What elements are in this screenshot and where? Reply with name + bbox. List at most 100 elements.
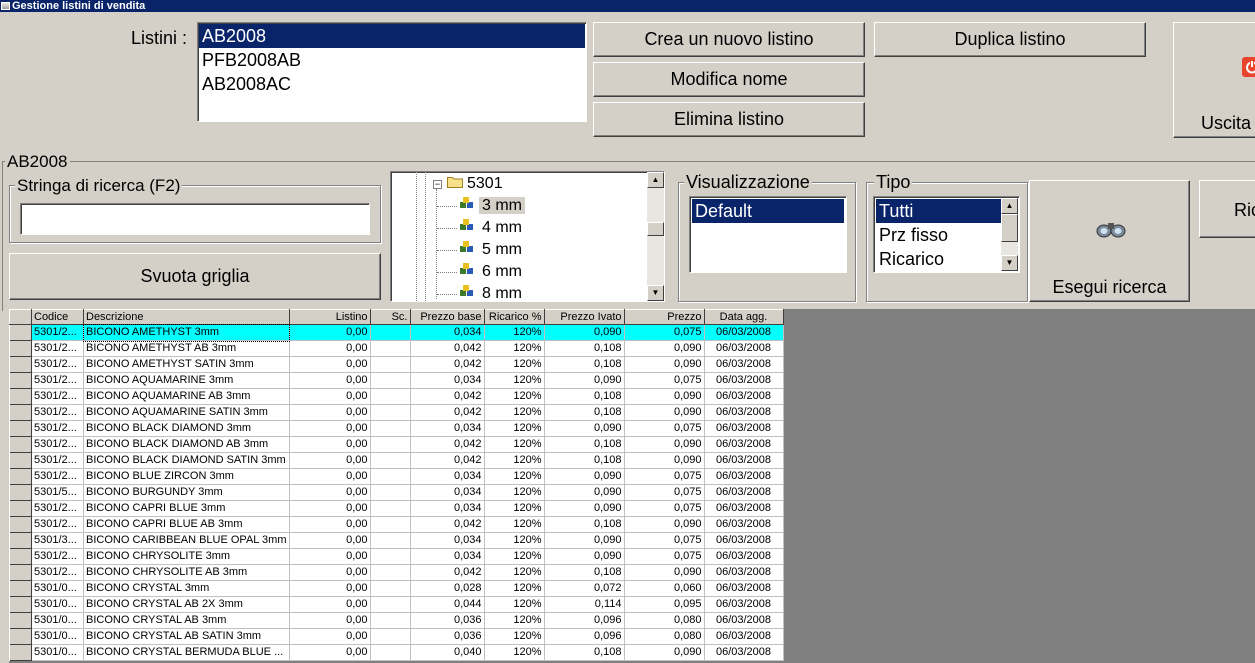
column-header[interactable]: Listino [288, 309, 371, 325]
row-selector[interactable] [9, 452, 32, 469]
column-header[interactable]: Sc. [369, 309, 411, 325]
folder-icon [447, 173, 463, 195]
table-row[interactable]: 5301/3... BICONO CARIBBEAN BLUE OPAL 3mm 0… [9, 532, 784, 549]
table-cell: 06/03/2008 [704, 532, 784, 549]
row-selector[interactable] [9, 356, 32, 373]
row-selector[interactable] [9, 324, 32, 341]
listini-listbox[interactable]: AB2008 PFB2008AB AB2008AC [197, 22, 587, 122]
table-cell: BICONO AMETHYST SATIN 3mm [83, 356, 290, 373]
duplicate-list-button[interactable]: Duplica listino [874, 22, 1146, 57]
table-row[interactable]: 5301/0... BICONO CRYSTAL AB 2X 3mm 0,00 0,0… [9, 596, 784, 613]
type-listbox[interactable]: Tutti Prz fisso Ricarico ▲ ▼ [873, 196, 1020, 273]
table-cell [370, 532, 411, 549]
table-cell: BICONO CRYSTAL AB 2X 3mm [83, 596, 290, 613]
table-row[interactable]: 5301/2... BICONO AQUAMARINE 3mm 0,00 0,034 1… [9, 372, 784, 389]
table-row[interactable]: 5301/0... BICONO CRYSTAL AB SATIN 3mm 0,00… [9, 628, 784, 645]
delete-list-button[interactable]: Elimina listino [593, 102, 865, 137]
view-listbox[interactable]: Default [689, 196, 847, 273]
row-selector[interactable] [9, 500, 32, 517]
table-row[interactable]: 5301/2... BICONO AQUAMARINE AB 3mm 0,00 0,0… [9, 388, 784, 405]
rename-list-button[interactable]: Modifica nome [593, 62, 865, 97]
listini-item[interactable]: PFB2008AB [199, 48, 585, 72]
table-row[interactable]: 5301/2... BICONO AQUAMARINE SATIN 3mm 0,00… [9, 404, 784, 421]
row-selector[interactable] [9, 532, 32, 549]
type-scroll-thumb[interactable] [1001, 214, 1018, 242]
tree-node-child[interactable]: 5 mm [459, 239, 525, 261]
search-button[interactable]: Esegui ricerca [1029, 180, 1190, 302]
column-header[interactable]: Ricarico % [483, 309, 545, 325]
table-row[interactable]: 5301/2... BICONO BLUE ZIRCON 3mm 0,00 0,034… [9, 468, 784, 485]
row-selector[interactable] [9, 628, 32, 645]
row-selector[interactable] [9, 564, 32, 581]
row-selector[interactable] [9, 644, 32, 661]
table-row[interactable]: 5301/2... BICONO BLACK DIAMOND 3mm 0,00 0,0… [9, 420, 784, 437]
exit-button[interactable]: Uscita [1173, 22, 1255, 138]
row-selector[interactable] [9, 420, 32, 437]
type-scrollbar[interactable]: ▲ ▼ [1001, 198, 1018, 271]
row-selector[interactable] [9, 484, 32, 501]
table-row[interactable]: 5301/0... BICONO CRYSTAL BERMUDA BLUE ...… [9, 644, 784, 661]
scroll-down-icon[interactable]: ▼ [647, 285, 664, 301]
table-row[interactable]: 5301/0... BICONO CRYSTAL AB 3mm 0,00 0,036 1… [9, 612, 784, 629]
table-cell: 06/03/2008 [704, 404, 784, 421]
type-item[interactable]: Ricarico [876, 247, 1002, 271]
tree-node-label: 8 mm [482, 285, 522, 302]
view-item[interactable]: Default [692, 199, 844, 223]
table-row[interactable]: 5301/2... BICONO AMETHYST AB 3mm 0,00 0,042… [9, 340, 784, 357]
table-row[interactable]: 5301/2... BICONO AMETHYST 3mm 0,00 0,034 120… [9, 323, 784, 342]
table-cell: 0,080 [624, 612, 705, 629]
row-selector[interactable] [9, 612, 32, 629]
scroll-up-icon[interactable]: ▲ [647, 172, 664, 188]
row-selector[interactable] [9, 372, 32, 389]
type-item[interactable]: Prz fisso [876, 223, 1002, 247]
tree-scroll-thumb[interactable] [647, 222, 664, 236]
table-cell: BICONO AMETHYST 3mm [82, 323, 290, 342]
row-selector[interactable] [9, 516, 32, 533]
table-row[interactable]: 5301/2... BICONO CAPRI BLUE 3mm 0,00 0,034 1… [9, 500, 784, 517]
category-tree[interactable]: − 5301 3 mm 4 mm 5 mm 6 mm 8 mm ▲ ▼ [390, 171, 665, 302]
tree-node-child[interactable]: 4 mm [459, 217, 525, 239]
row-selector[interactable] [9, 388, 32, 405]
listini-item[interactable]: AB2008AC [199, 72, 585, 96]
table-row[interactable]: 5301/2... BICONO CHRYSOLITE 3mm 0,00 0,034 1… [9, 548, 784, 565]
tree-scrollbar[interactable]: ▲ ▼ [647, 172, 664, 301]
table-row[interactable]: 5301/5... BICONO BURGUNDY 3mm 0,00 0,034 120… [9, 484, 784, 501]
column-header[interactable]: Prezzo Ivato [543, 309, 625, 325]
type-item[interactable]: Tutti [876, 199, 1002, 223]
table-row[interactable]: 5301/2... BICONO CHRYSOLITE AB 3mm 0,00 0,0… [9, 564, 784, 581]
table-cell: 06/03/2008 [704, 388, 784, 405]
table-row[interactable]: 5301/2... BICONO AMETHYST SATIN 3mm 0,00 0,… [9, 356, 784, 373]
row-selector[interactable] [9, 468, 32, 485]
tree-node-child[interactable]: 8 mm [459, 283, 525, 302]
column-header[interactable]: Prezzo [623, 309, 705, 325]
expand-toggle-icon[interactable]: − [433, 179, 442, 189]
row-selector[interactable] [9, 340, 32, 357]
row-selector[interactable] [9, 404, 32, 421]
scroll-down-icon[interactable]: ▼ [1001, 255, 1018, 271]
clear-grid-button[interactable]: Svuota griglia [9, 253, 381, 300]
table-row[interactable]: 5301/2... BICONO BLACK DIAMOND SATIN 3mm 0… [9, 452, 784, 469]
tree-node-child[interactable]: 3 mm [459, 195, 525, 217]
column-header[interactable]: Descrizione [83, 309, 290, 325]
row-selector[interactable] [9, 548, 32, 565]
table-row[interactable]: 5301/2... BICONO CAPRI BLUE AB 3mm 0,00 0,0… [9, 516, 784, 533]
table-row[interactable]: 5301/2... BICONO BLACK DIAMOND AB 3mm 0,00… [9, 436, 784, 453]
column-header[interactable]: Codice [31, 309, 84, 325]
listini-item[interactable]: AB2008 [199, 24, 585, 48]
row-selector[interactable] [9, 580, 32, 597]
table-row[interactable]: 5301/0... BICONO CRYSTAL 3mm 0,00 0,028 120%… [9, 580, 784, 597]
tree-node-child[interactable]: 6 mm [459, 261, 525, 283]
tree-node-5301[interactable]: − 5301 [433, 173, 503, 195]
right-partial-button[interactable]: Ric [1199, 180, 1255, 238]
create-list-button[interactable]: Crea un nuovo listino [593, 22, 865, 57]
table-cell: 120% [484, 644, 545, 661]
table-cell [370, 372, 411, 389]
scroll-up-icon[interactable]: ▲ [1001, 198, 1018, 214]
row-selector[interactable] [9, 436, 32, 453]
table-cell: 5301/2... [31, 516, 84, 533]
column-header[interactable]: Data agg. [703, 309, 784, 325]
column-header[interactable]: Prezzo base [409, 309, 485, 325]
row-selector[interactable] [9, 596, 32, 613]
search-input[interactable] [20, 203, 370, 235]
price-grid[interactable]: Codice Descrizione Listino Sc. Prezzo base Ri… [9, 309, 1255, 663]
